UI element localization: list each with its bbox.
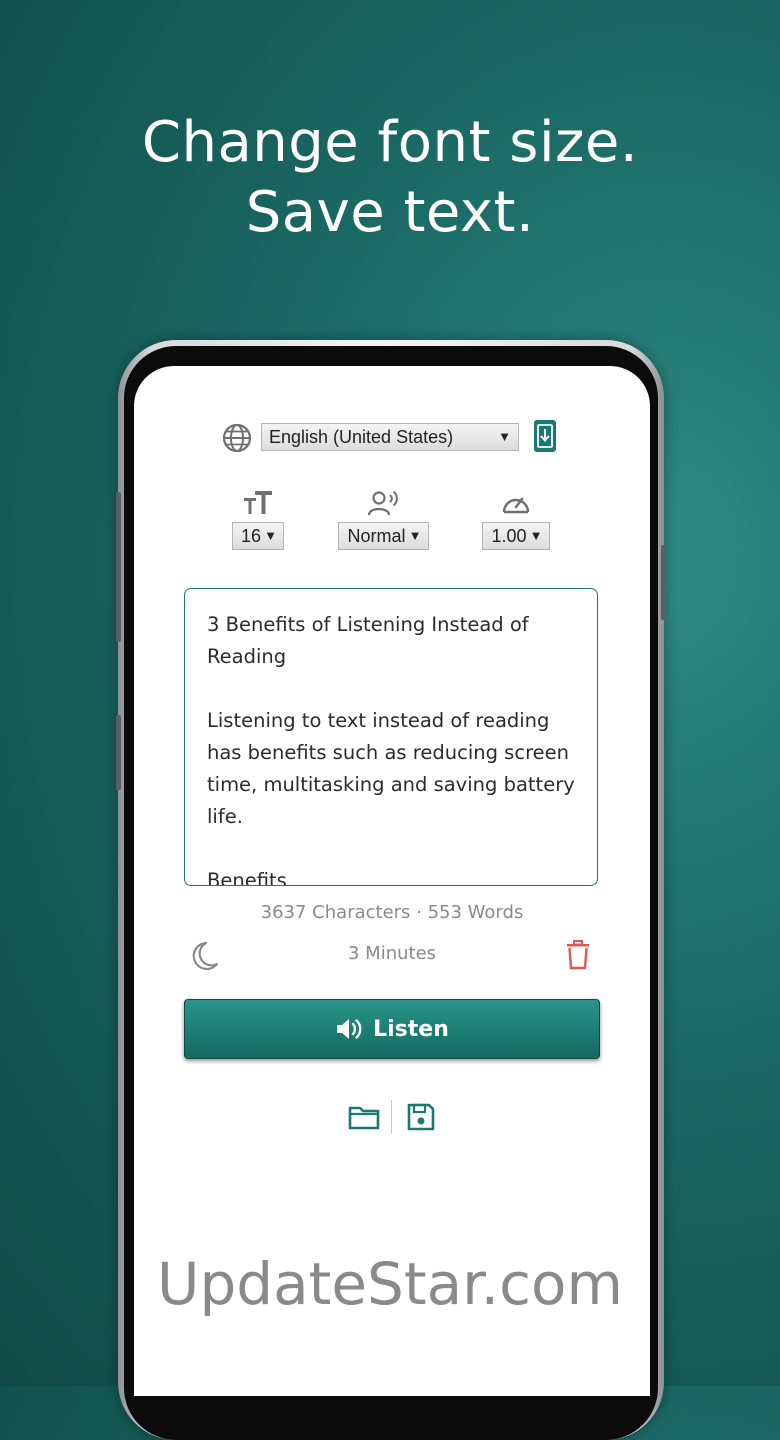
- phone-power-button: [661, 545, 666, 620]
- file-actions-divider: [391, 1100, 392, 1134]
- speed-icon: [502, 497, 530, 514]
- download-icon[interactable]: [534, 420, 556, 452]
- text-editor[interactable]: 3 Benefits of Listening Instead of Readi…: [184, 588, 598, 886]
- headline-line-1: Change font size.: [141, 110, 639, 175]
- language-row: English (United States) ▼: [134, 420, 650, 454]
- font-size-control: 16 ▼: [231, 488, 285, 550]
- speed-value: 1.00: [491, 526, 527, 546]
- chevron-down-icon: ▼: [264, 528, 278, 543]
- watermark: UpdateStar.com: [157, 1250, 623, 1318]
- headline-line-2: Save text.: [245, 180, 535, 245]
- listen-button[interactable]: Listen: [184, 999, 600, 1059]
- voice-control: Normal ▼: [335, 488, 432, 550]
- font-size-select[interactable]: 16 ▼: [231, 522, 285, 550]
- speed-control: 1.00 ▼: [481, 488, 551, 550]
- voice-select[interactable]: Normal ▼: [338, 522, 429, 550]
- language-select[interactable]: English (United States) ▼: [261, 423, 519, 451]
- app-screen: English (United States) ▼ 16 ▼ Normal ▼ …: [134, 366, 650, 1396]
- headline: Change font size. Save text.: [0, 108, 780, 248]
- listen-button-label: Listen: [373, 1016, 449, 1042]
- voice-value: Normal: [347, 526, 406, 546]
- speed-select[interactable]: 1.00 ▼: [482, 522, 550, 550]
- file-actions: [134, 1100, 650, 1134]
- voice-icon: [367, 490, 398, 516]
- folder-icon[interactable]: [348, 1102, 380, 1132]
- font-size-icon: [244, 491, 272, 514]
- chevron-down-icon: ▼: [408, 528, 422, 543]
- chevron-down-icon: ▼: [529, 528, 543, 543]
- globe-icon: [222, 423, 252, 453]
- phone-side-button: [116, 715, 121, 790]
- language-select-value: English (United States): [269, 427, 454, 447]
- font-size-value: 16: [240, 526, 262, 546]
- save-icon[interactable]: [406, 1102, 436, 1132]
- text-stats: 3637 Characters · 553 Words: [260, 902, 524, 923]
- phone-volume-button: [116, 492, 121, 642]
- speaker-icon: [337, 1019, 362, 1039]
- trash-icon[interactable]: [566, 940, 590, 970]
- chevron-down-icon: ▼: [498, 429, 511, 444]
